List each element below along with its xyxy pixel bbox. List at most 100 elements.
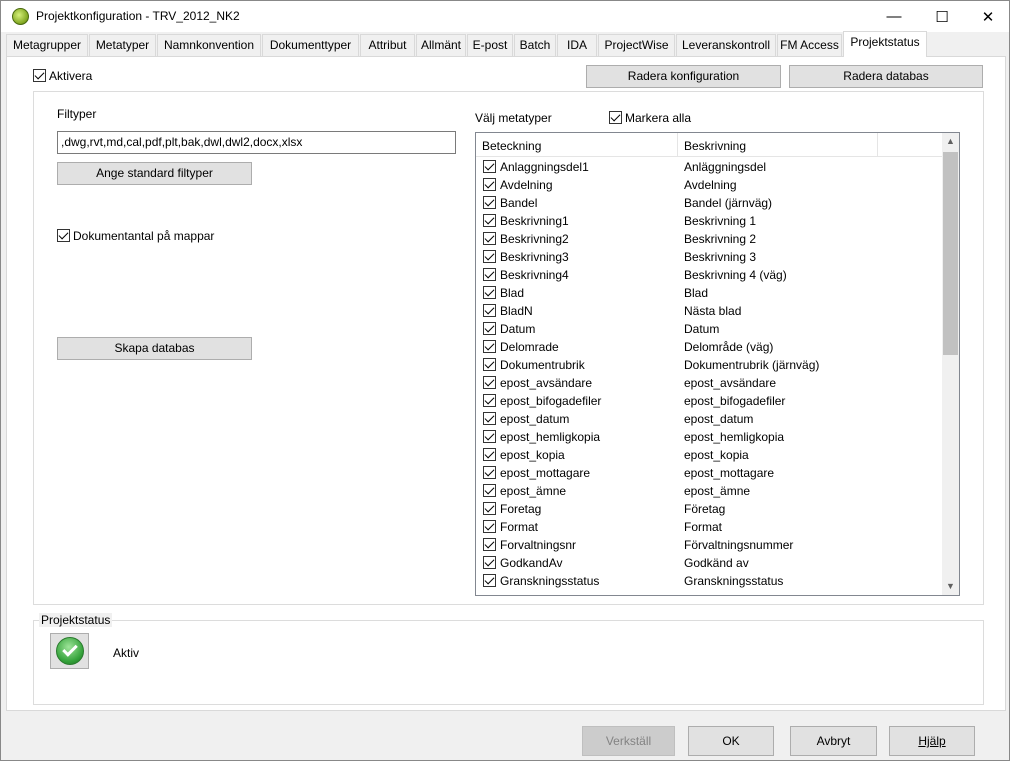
title-bar: Projektkonfiguration - TRV_2012_NK2 — ☐ … (1, 1, 1009, 32)
scroll-up-icon[interactable]: ▲ (942, 133, 959, 150)
row-checkbox[interactable] (483, 250, 496, 263)
metatyper-listview[interactable]: Beteckning Beskrivning Anlaggningsdel1 An… (475, 132, 960, 596)
row-checkbox[interactable] (483, 376, 496, 389)
row-checkbox[interactable] (483, 466, 496, 479)
list-item[interactable]: Datum Datum (476, 320, 942, 338)
list-item[interactable]: Delomrade Delområde (väg) (476, 338, 942, 356)
avbryt-button[interactable]: Avbryt (790, 726, 877, 756)
row-checkbox[interactable] (483, 502, 496, 515)
skapa-databas-button[interactable]: Skapa databas (57, 337, 252, 360)
list-item[interactable]: Beskrivning4 Beskrivning 4 (väg) (476, 266, 942, 284)
tab-dokumenttyper[interactable]: Dokumenttyper (262, 34, 359, 56)
list-item[interactable]: Format Format (476, 518, 942, 536)
tab-ida[interactable]: IDA (557, 34, 597, 56)
list-item[interactable]: Foretag Företag (476, 500, 942, 518)
radera-databas-button[interactable]: Radera databas (789, 65, 983, 88)
verkstall-button[interactable]: Verkställ (582, 726, 675, 756)
list-item[interactable]: Beskrivning2 Beskrivning 2 (476, 230, 942, 248)
minimize-button[interactable]: — (871, 1, 917, 32)
row-checkbox[interactable] (483, 196, 496, 209)
dokumentantal-checkbox[interactable] (57, 229, 70, 242)
list-item[interactable]: Forvaltningsnr Förvaltningsnummer (476, 536, 942, 554)
row-checkbox[interactable] (483, 358, 496, 371)
filtyper-label: Filtyper (57, 107, 97, 121)
list-item[interactable]: Beskrivning1 Beskrivning 1 (476, 212, 942, 230)
row-beteckning: Dokumentrubrik (500, 358, 585, 372)
list-item[interactable]: Anlaggningsdel1 Anläggningsdel (476, 158, 942, 176)
tab-metagrupper[interactable]: Metagrupper (6, 34, 88, 56)
row-beteckning: Forvaltningsnr (500, 538, 577, 552)
row-checkbox[interactable] (483, 160, 496, 173)
status-toggle-button[interactable] (50, 633, 89, 669)
markera-alla-checkbox[interactable] (609, 111, 622, 124)
row-beskrivning: Datum (684, 322, 720, 336)
column-header-beteckning[interactable]: Beteckning (476, 133, 678, 157)
radera-konfiguration-button[interactable]: Radera konfiguration (586, 65, 781, 88)
list-item[interactable]: epost_hemligkopia epost_hemligkopia (476, 428, 942, 446)
list-item[interactable]: Blad Blad (476, 284, 942, 302)
aktivera-checkbox[interactable] (33, 69, 46, 82)
row-beskrivning: Format (684, 520, 723, 534)
row-checkbox[interactable] (483, 322, 496, 335)
list-item[interactable]: epost_ämne epost_ämne (476, 482, 942, 500)
row-checkbox[interactable] (483, 574, 496, 587)
list-item[interactable]: epost_avsändare epost_avsändare (476, 374, 942, 392)
scroll-thumb[interactable] (943, 152, 958, 355)
list-item[interactable]: epost_mottagare epost_mottagare (476, 464, 942, 482)
row-beteckning: epost_ämne (500, 484, 567, 498)
listview-scrollbar[interactable]: ▲ ▼ (942, 133, 959, 595)
tab-allmant[interactable]: Allmänt (416, 34, 466, 56)
list-item[interactable]: epost_kopia epost_kopia (476, 446, 942, 464)
close-button[interactable]: ✕ (965, 1, 1010, 32)
ok-button[interactable]: OK (688, 726, 774, 756)
row-checkbox[interactable] (483, 394, 496, 407)
row-checkbox[interactable] (483, 556, 496, 569)
row-beteckning: Blad (500, 286, 525, 300)
list-item[interactable]: Avdelning Avdelning (476, 176, 942, 194)
row-checkbox[interactable] (483, 340, 496, 353)
tab-projektstatus[interactable]: Projektstatus (843, 31, 927, 57)
tab-namnkonvention[interactable]: Namnkonvention (157, 34, 261, 56)
row-checkbox[interactable] (483, 412, 496, 425)
row-beskrivning: epost_hemligkopia (684, 430, 785, 444)
tab-leveranskontroll[interactable]: Leveranskontroll (676, 34, 776, 56)
maximize-button[interactable]: ☐ (919, 1, 965, 32)
tab-projectwise[interactable]: ProjectWise (598, 34, 675, 56)
list-item[interactable]: epost_bifogadefiler epost_bifogadefiler (476, 392, 942, 410)
column-header-beskrivning[interactable]: Beskrivning (678, 133, 878, 157)
list-item[interactable]: BladN Nästa blad (476, 302, 942, 320)
row-checkbox[interactable] (483, 430, 496, 443)
row-checkbox[interactable] (483, 538, 496, 551)
row-checkbox[interactable] (483, 214, 496, 227)
tab-attribut[interactable]: Attribut (360, 34, 415, 56)
row-beskrivning: epost_avsändare (684, 376, 777, 390)
row-beteckning: GodkandAv (500, 556, 563, 570)
row-checkbox[interactable] (483, 286, 496, 299)
tab-fm-access[interactable]: FM Access (777, 34, 842, 56)
row-checkbox[interactable] (483, 232, 496, 245)
window-title: Projektkonfiguration - TRV_2012_NK2 (36, 9, 240, 23)
valj-metatyper-label: Välj metatyper (475, 111, 552, 125)
row-beskrivning: epost_ämne (684, 484, 751, 498)
tab-batch[interactable]: Batch (514, 34, 556, 56)
list-item[interactable]: Granskningsstatus Granskningsstatus (476, 572, 942, 590)
row-checkbox[interactable] (483, 448, 496, 461)
list-item[interactable]: Beskrivning3 Beskrivning 3 (476, 248, 942, 266)
list-item[interactable]: GodkandAv Godkänd av (476, 554, 942, 572)
list-item[interactable]: epost_datum epost_datum (476, 410, 942, 428)
list-item[interactable]: Bandel Bandel (järnväg) (476, 194, 942, 212)
filtyper-input[interactable]: ,dwg,rvt,md,cal,pdf,plt,bak,dwl,dwl2,doc… (57, 131, 456, 154)
hjalp-button[interactable]: Hjälp (889, 726, 975, 756)
row-checkbox[interactable] (483, 304, 496, 317)
row-checkbox[interactable] (483, 520, 496, 533)
markera-alla-label: Markera alla (625, 111, 692, 125)
scroll-down-icon[interactable]: ▼ (942, 578, 959, 595)
row-checkbox[interactable] (483, 178, 496, 191)
tab-epost[interactable]: E-post (467, 34, 513, 56)
row-checkbox[interactable] (483, 484, 496, 497)
row-checkbox[interactable] (483, 268, 496, 281)
tab-metatyper[interactable]: Metatyper (89, 34, 156, 56)
standard-filtyper-button[interactable]: Ange standard filtyper (57, 162, 252, 185)
list-item[interactable]: Dokumentrubrik Dokumentrubrik (järnväg) (476, 356, 942, 374)
row-beteckning: epost_datum (500, 412, 570, 426)
